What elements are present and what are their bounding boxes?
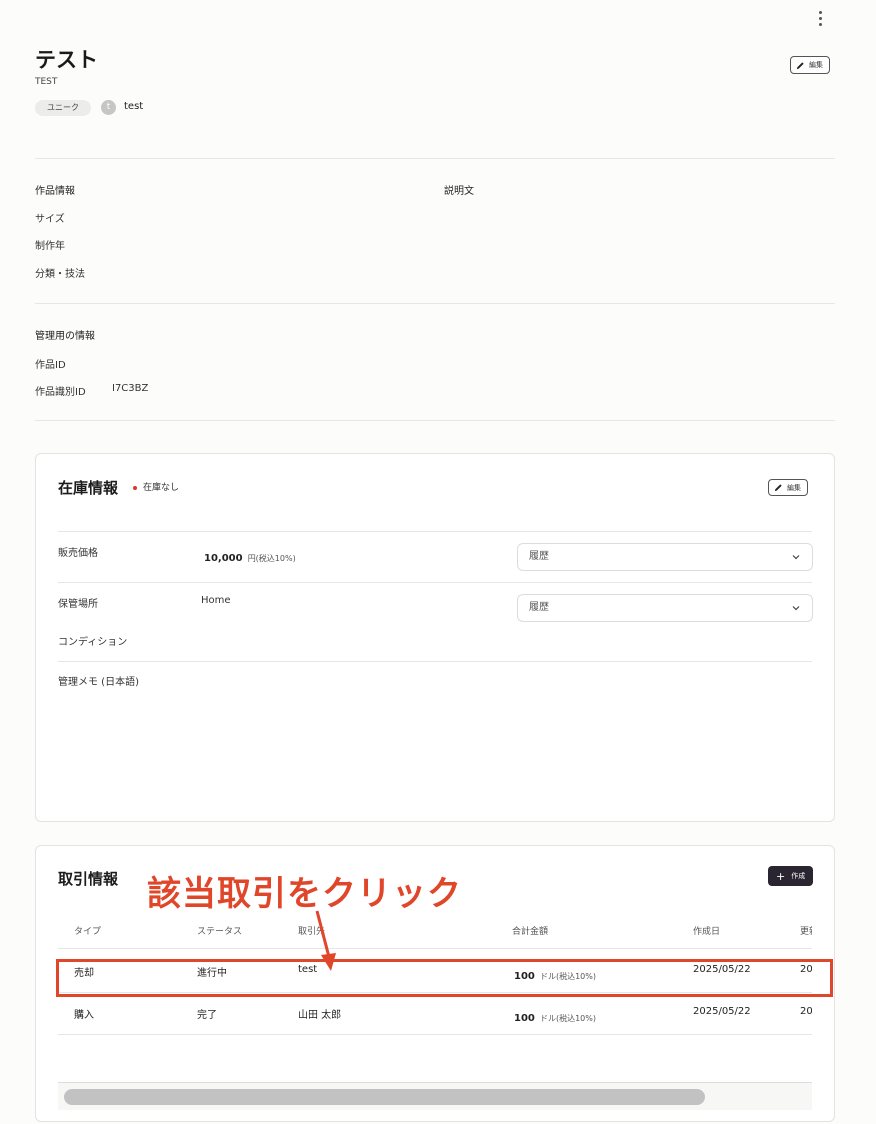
divider bbox=[35, 303, 835, 304]
price-label: 販売価格 bbox=[58, 548, 98, 559]
row-updated: 20 bbox=[800, 1006, 812, 1017]
amount-unit: ドル(税込10%) bbox=[539, 1014, 596, 1023]
price-amount: 10,000 bbox=[204, 553, 243, 564]
price-history-select[interactable]: 履歴 bbox=[517, 543, 813, 571]
divider bbox=[35, 420, 835, 421]
scrollbar-thumb[interactable] bbox=[64, 1089, 705, 1105]
location-history-select[interactable]: 履歴 bbox=[517, 594, 813, 622]
row-created: 2025/05/22 bbox=[693, 1006, 751, 1017]
uniqueness-tag: ユニーク bbox=[35, 100, 91, 116]
stock-status: 在庫なし bbox=[143, 483, 180, 493]
create-label: 作成 bbox=[791, 872, 806, 880]
page-title: テスト bbox=[35, 48, 98, 72]
location-value: Home bbox=[201, 595, 231, 606]
divider bbox=[58, 531, 812, 532]
more-options-icon[interactable] bbox=[813, 8, 827, 28]
create-transaction-button[interactable]: + 作成 bbox=[768, 866, 814, 886]
divider bbox=[58, 582, 812, 583]
column-header-updated: 更新 bbox=[800, 927, 812, 937]
column-header-status: ステータス bbox=[197, 927, 243, 937]
year-label: 制作年 bbox=[35, 241, 65, 252]
column-header-amount: 合計金額 bbox=[512, 927, 549, 937]
inventory-title: 在庫情報 bbox=[58, 479, 119, 497]
plus-icon: + bbox=[776, 869, 786, 883]
pencil-icon bbox=[796, 61, 804, 69]
identifier-value: I7C3BZ bbox=[112, 383, 149, 394]
edit-artwork-button[interactable]: 編集 bbox=[790, 56, 830, 74]
memo-label: 管理メモ (日本語) bbox=[58, 677, 139, 688]
row-amount: 100 ドル(税込10%) bbox=[514, 1006, 596, 1025]
work-id-label: 作品ID bbox=[35, 360, 66, 371]
inventory-card bbox=[35, 453, 835, 822]
select-value: 履歴 bbox=[529, 551, 549, 562]
transactions-title: 取引情報 bbox=[58, 870, 119, 888]
annotation-highlight-box bbox=[56, 959, 833, 997]
row-status: 完了 bbox=[197, 1010, 217, 1021]
size-label: サイズ bbox=[35, 214, 65, 225]
select-value: 履歴 bbox=[529, 602, 549, 613]
column-header-created: 作成日 bbox=[693, 927, 721, 937]
edit-inventory-button[interactable]: 編集 bbox=[768, 479, 808, 496]
chevron-down-icon bbox=[792, 606, 800, 611]
identifier-label: 作品識別ID bbox=[35, 387, 86, 398]
column-header-type: タイプ bbox=[74, 927, 102, 937]
edit-label: 編集 bbox=[809, 61, 823, 69]
condition-label: コンディション bbox=[58, 637, 128, 648]
row-partner: 山田 太郎 bbox=[298, 1010, 342, 1021]
edit-label: 編集 bbox=[787, 483, 801, 492]
page-subtitle: TEST bbox=[35, 77, 58, 87]
pencil-icon bbox=[774, 484, 782, 492]
row-type: 購入 bbox=[74, 1010, 94, 1021]
divider bbox=[58, 661, 812, 662]
chevron-down-icon bbox=[792, 555, 800, 560]
price-value: 10,000 円(税込10%) bbox=[204, 546, 296, 565]
admin-info-heading: 管理用の情報 bbox=[35, 331, 95, 342]
amount-value: 100 bbox=[514, 1013, 535, 1024]
category-label: 分類・技法 bbox=[35, 269, 85, 280]
description-heading: 説明文 bbox=[444, 186, 474, 197]
divider bbox=[35, 158, 835, 159]
divider bbox=[58, 1034, 812, 1035]
avatar: t bbox=[101, 100, 116, 115]
price-unit: 円(税込10%) bbox=[247, 554, 296, 563]
stock-status-dot bbox=[133, 486, 137, 490]
location-label: 保管場所 bbox=[58, 599, 98, 610]
artwork-info-heading: 作品情報 bbox=[35, 186, 75, 197]
owner-name: test bbox=[124, 101, 144, 112]
